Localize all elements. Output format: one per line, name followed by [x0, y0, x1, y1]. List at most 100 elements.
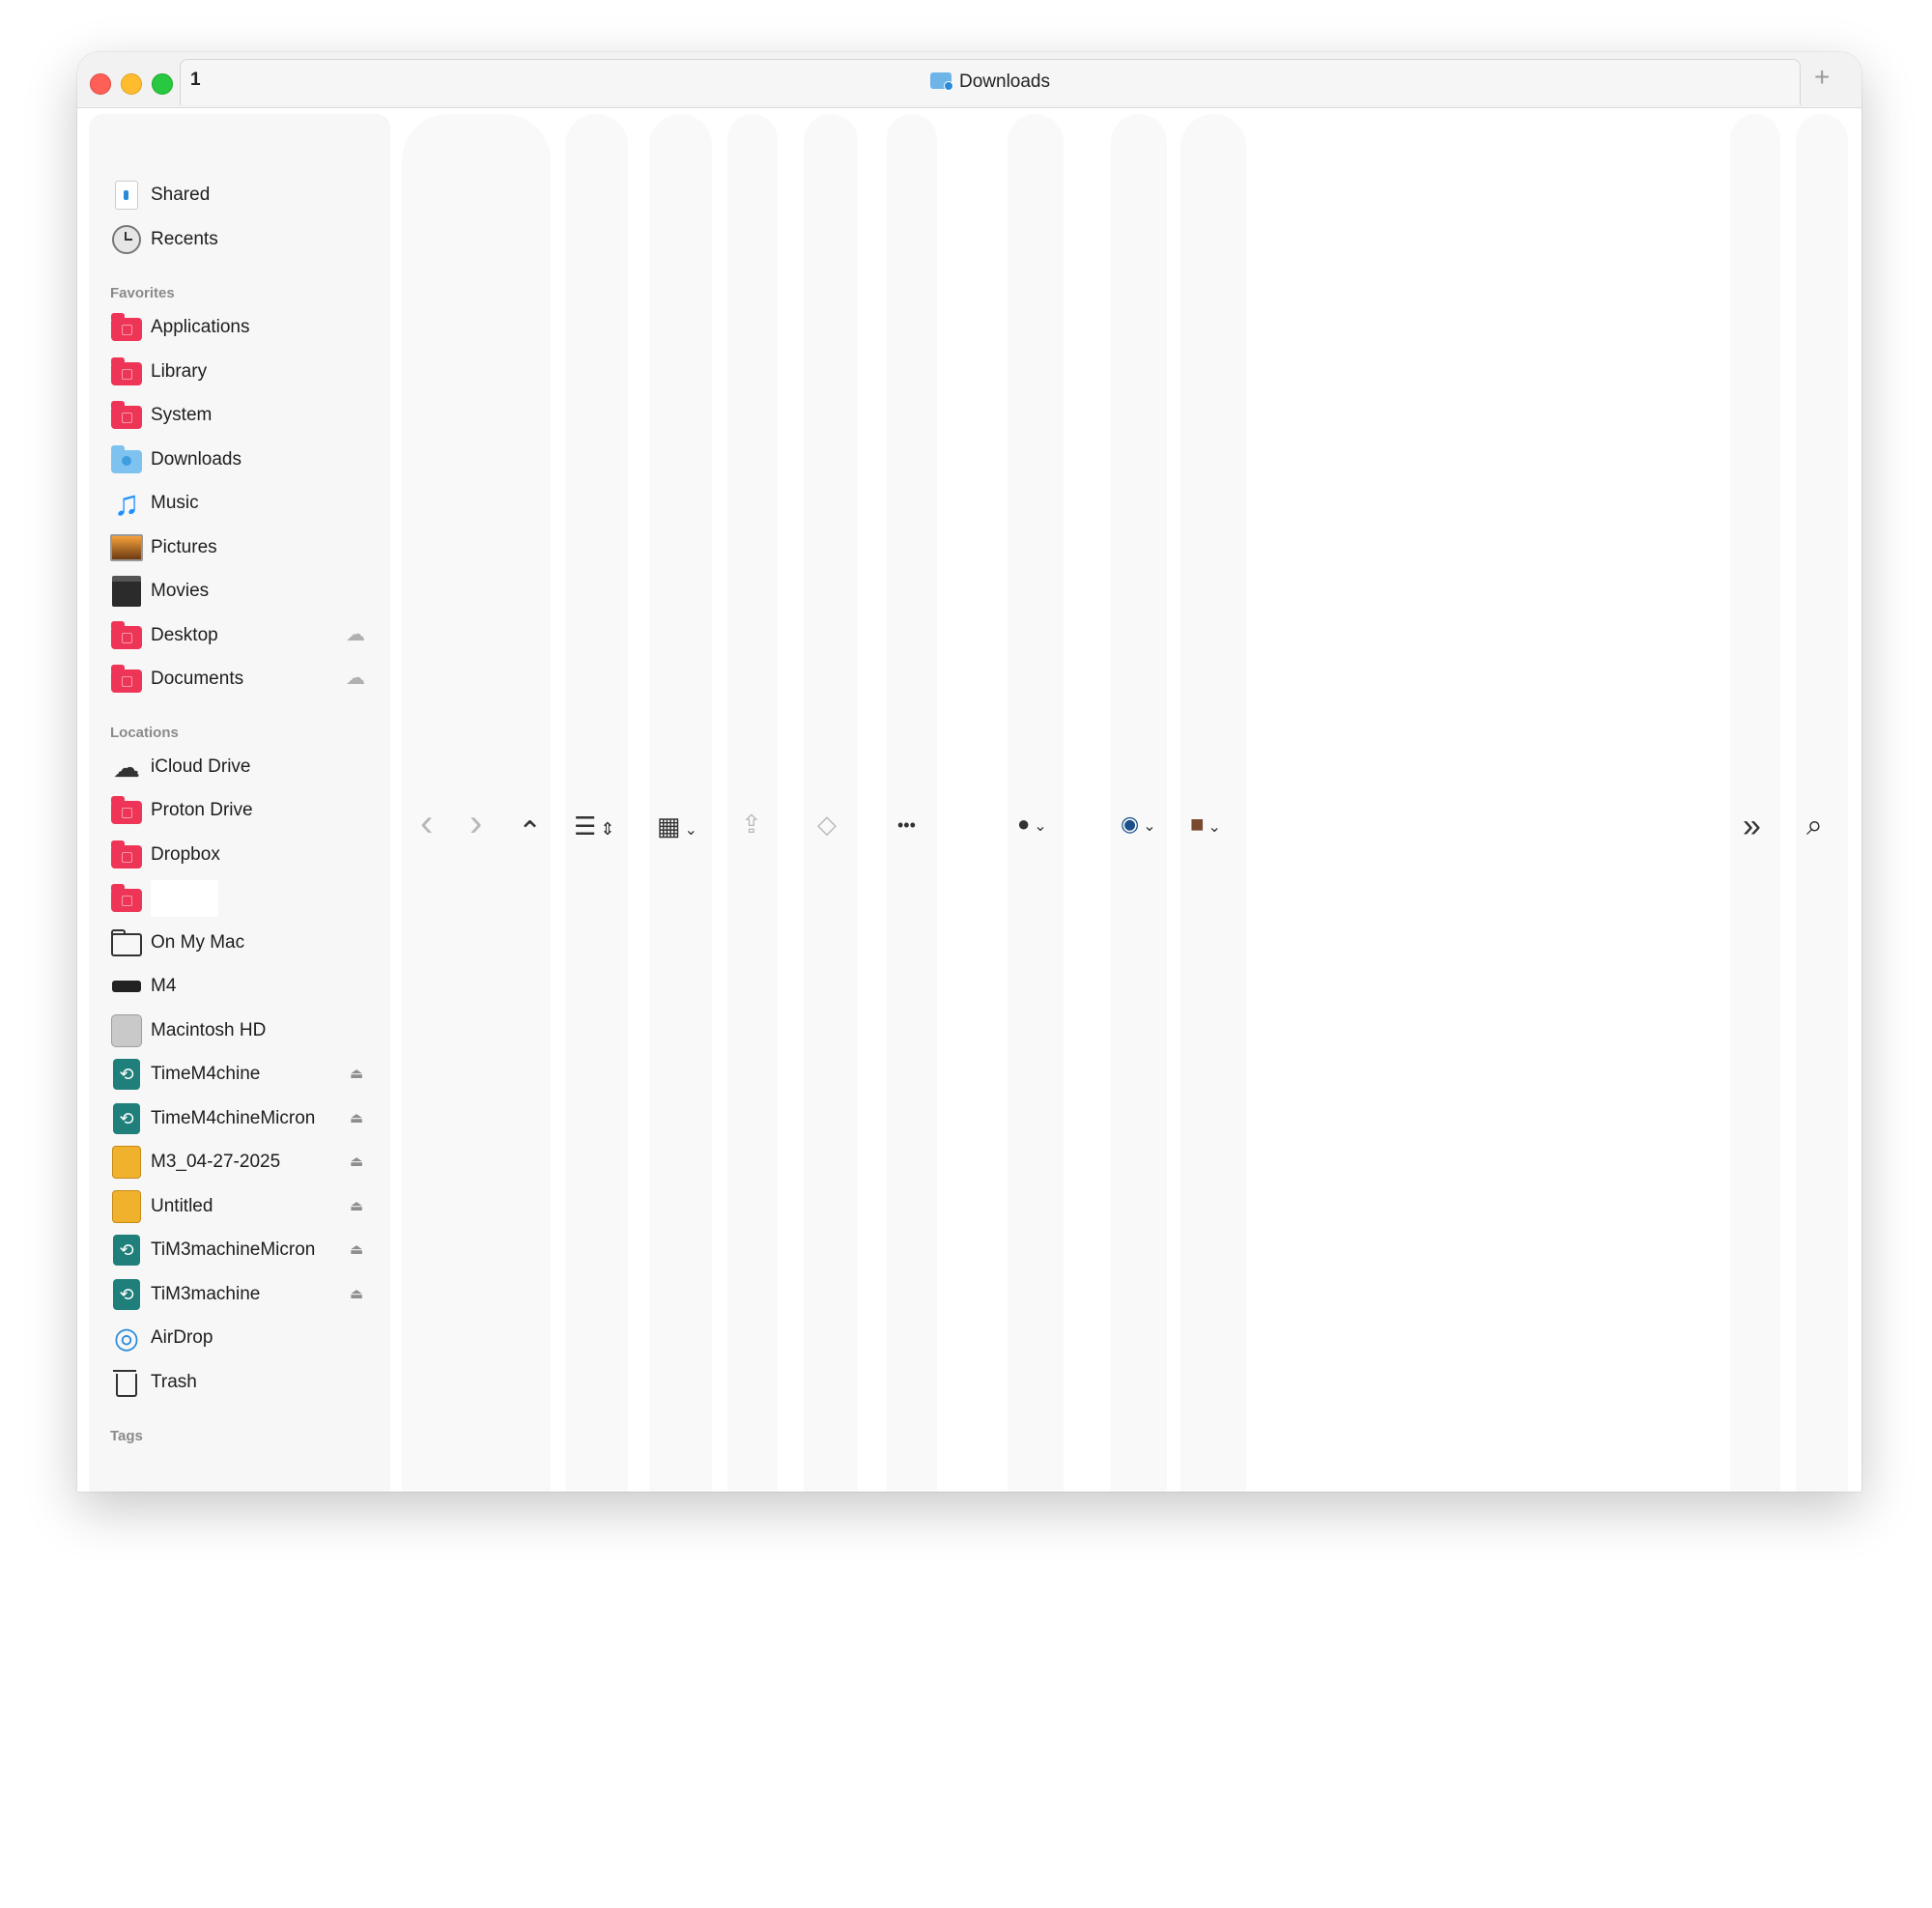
sidebar-item-airdrop[interactable]: ◎ AirDrop: [110, 1319, 213, 1357]
external-drive-icon: [110, 1146, 143, 1179]
sidebar-item-movies[interactable]: Movies: [110, 572, 209, 611]
sidebar-item-timem4chine[interactable]: ⟲ TimeM4chine: [110, 1055, 260, 1094]
clock-icon: [110, 223, 143, 256]
toolbar-extension-group: [1008, 114, 1064, 1492]
sidebar-item-unnamed-folder[interactable]: [110, 879, 218, 918]
airdrop-icon: ◎: [113, 1322, 140, 1354]
applications-folder-icon: [110, 311, 143, 344]
sidebar-item-label: System: [151, 405, 213, 425]
close-window-button[interactable]: [90, 73, 111, 95]
toolbar-search-group: [1796, 114, 1848, 1492]
sidebar-item-music[interactable]: ♫ Music: [110, 483, 199, 523]
toolbar-overflow-button[interactable]: »: [1743, 808, 1761, 845]
sidebar-item-applications[interactable]: Applications: [110, 308, 249, 347]
share-button[interactable]: ⇪: [741, 810, 762, 840]
sidebar-item-untitled[interactable]: Untitled: [110, 1187, 213, 1226]
sidebar-item-documents[interactable]: Documents: [110, 660, 243, 698]
sidebar-item-timem4chinemicron[interactable]: ⟲ TimeM4chineMicron: [110, 1099, 315, 1138]
finder-window: 1 Downloads + Shared Recents Favorites A…: [77, 52, 1861, 1492]
extension-button-2[interactable]: ◉ ⌄: [1121, 812, 1156, 837]
sidebar-item-desktop[interactable]: Desktop: [110, 616, 218, 655]
sidebar-item-library[interactable]: Library: [110, 353, 207, 391]
folder-outline-icon: [110, 926, 143, 959]
extension-button-1[interactable]: ● ⌄: [1017, 812, 1047, 837]
chevron-up-down-icon: ⇕: [600, 819, 615, 839]
group-by-button[interactable]: ▦ ⌄: [657, 812, 697, 841]
folder-icon: [110, 839, 143, 871]
sidebar-item-label: Macintosh HD: [151, 1020, 267, 1040]
sidebar-item-tim3machinemicron[interactable]: ⟲ TiM3machineMicron: [110, 1231, 315, 1269]
sidebar-item-label: Recents: [151, 229, 218, 249]
toolbar-view-group: [565, 114, 628, 1492]
minimize-window-button[interactable]: [121, 73, 142, 95]
list-icon: ☰: [574, 812, 597, 840]
eject-icon[interactable]: ⏏: [350, 1153, 363, 1170]
chevron-down-icon: ⌄: [1143, 818, 1156, 835]
sidebar-item-shared[interactable]: Shared: [110, 176, 210, 214]
chevron-down-icon: ⌄: [1208, 819, 1221, 836]
sidebar-item-on-my-mac[interactable]: On My Mac: [110, 924, 244, 962]
eye-icon: ◉: [1121, 812, 1140, 836]
time-machine-icon: ⟲: [110, 1102, 143, 1135]
more-actions-button[interactable]: •••: [897, 815, 916, 836]
sidebar-item-trash[interactable]: Trash: [110, 1363, 197, 1402]
sidebar-item-tim3machine[interactable]: ⟲ TiM3machine: [110, 1275, 260, 1314]
sidebar-item-downloads[interactable]: Downloads: [110, 441, 242, 479]
cloud-icon: ☁: [346, 668, 365, 689]
sidebar: Shared Recents Favorites Applications Li…: [89, 114, 390, 1492]
zoom-window-button[interactable]: [152, 73, 173, 95]
time-machine-icon: ⟲: [110, 1058, 143, 1091]
sidebar-item-label: TimeM4chine: [151, 1064, 261, 1084]
eject-icon[interactable]: ⏏: [350, 1197, 363, 1214]
toolbar-tag-group: [804, 114, 858, 1492]
cloud-icon: ☁: [346, 624, 365, 645]
back-button[interactable]: ‹: [420, 802, 433, 845]
sidebar-item-proton-drive[interactable]: Proton Drive: [110, 791, 253, 830]
toolbar-share-group: [727, 114, 778, 1492]
new-tab-button[interactable]: +: [1814, 62, 1830, 93]
grid-icon: ▦: [657, 812, 681, 840]
cloud-icon: ☁: [113, 752, 140, 783]
search-button[interactable]: ⌕: [1806, 810, 1823, 842]
sidebar-item-label: Shared: [151, 185, 211, 205]
sidebar-item-label: Music: [151, 493, 199, 513]
sidebar-item-label: TimeM4chineMicron: [151, 1108, 316, 1128]
eject-icon[interactable]: ⏏: [350, 1109, 363, 1126]
forward-button[interactable]: ›: [469, 802, 482, 845]
sidebar-item-recents[interactable]: Recents: [110, 220, 218, 259]
sidebar-item-label: Desktop: [151, 625, 218, 645]
eject-icon[interactable]: ⏏: [350, 1065, 363, 1082]
sidebar-item-label: Documents: [151, 669, 244, 689]
enclosing-folder-button[interactable]: ⌃: [518, 815, 542, 849]
downloads-folder-icon: [930, 72, 953, 91]
sidebar-item-macintosh-hd[interactable]: Macintosh HD: [110, 1011, 266, 1050]
list-view-button[interactable]: ☰ ⇕: [574, 812, 614, 841]
extension-button-3[interactable]: ■ ⌄: [1190, 812, 1221, 839]
eject-icon[interactable]: ⏏: [350, 1240, 363, 1258]
title-bar: 1 Downloads +: [77, 52, 1861, 108]
sidebar-item-label: Dropbox: [151, 844, 220, 865]
sidebar-item-label: Trash: [151, 1372, 197, 1392]
tab-downloads[interactable]: 1 Downloads: [180, 59, 1801, 105]
sidebar-item-label: TiM3machine: [151, 1284, 261, 1304]
toolbar-overflow-group: [1730, 114, 1780, 1492]
toolbar-extension-group: [1180, 114, 1246, 1492]
locations-header: Locations: [110, 725, 179, 741]
sidebar-item-dropbox[interactable]: Dropbox: [110, 836, 220, 874]
desktop-folder-icon: [110, 619, 143, 652]
sidebar-item-label: Library: [151, 361, 208, 382]
sidebar-item-pictures[interactable]: Pictures: [110, 528, 217, 567]
pictures-icon: [110, 531, 143, 564]
sidebar-item-icloud-drive[interactable]: ☁ iCloud Drive: [110, 748, 250, 786]
sidebar-item-label: Downloads: [151, 449, 242, 470]
sidebar-item-label: Proton Drive: [151, 800, 253, 820]
sidebar-item-m4[interactable]: M4: [110, 967, 176, 1006]
eject-icon[interactable]: ⏏: [350, 1285, 363, 1302]
favorites-header: Favorites: [110, 285, 175, 301]
library-folder-icon: [110, 356, 143, 388]
sidebar-item-system[interactable]: System: [110, 396, 212, 435]
sidebar-item-label: AirDrop: [151, 1327, 213, 1348]
sidebar-item-m3-04-27-2025[interactable]: M3_04-27-2025: [110, 1143, 280, 1182]
time-machine-icon: ⟲: [110, 1234, 143, 1267]
tag-button[interactable]: ◇: [817, 810, 837, 840]
